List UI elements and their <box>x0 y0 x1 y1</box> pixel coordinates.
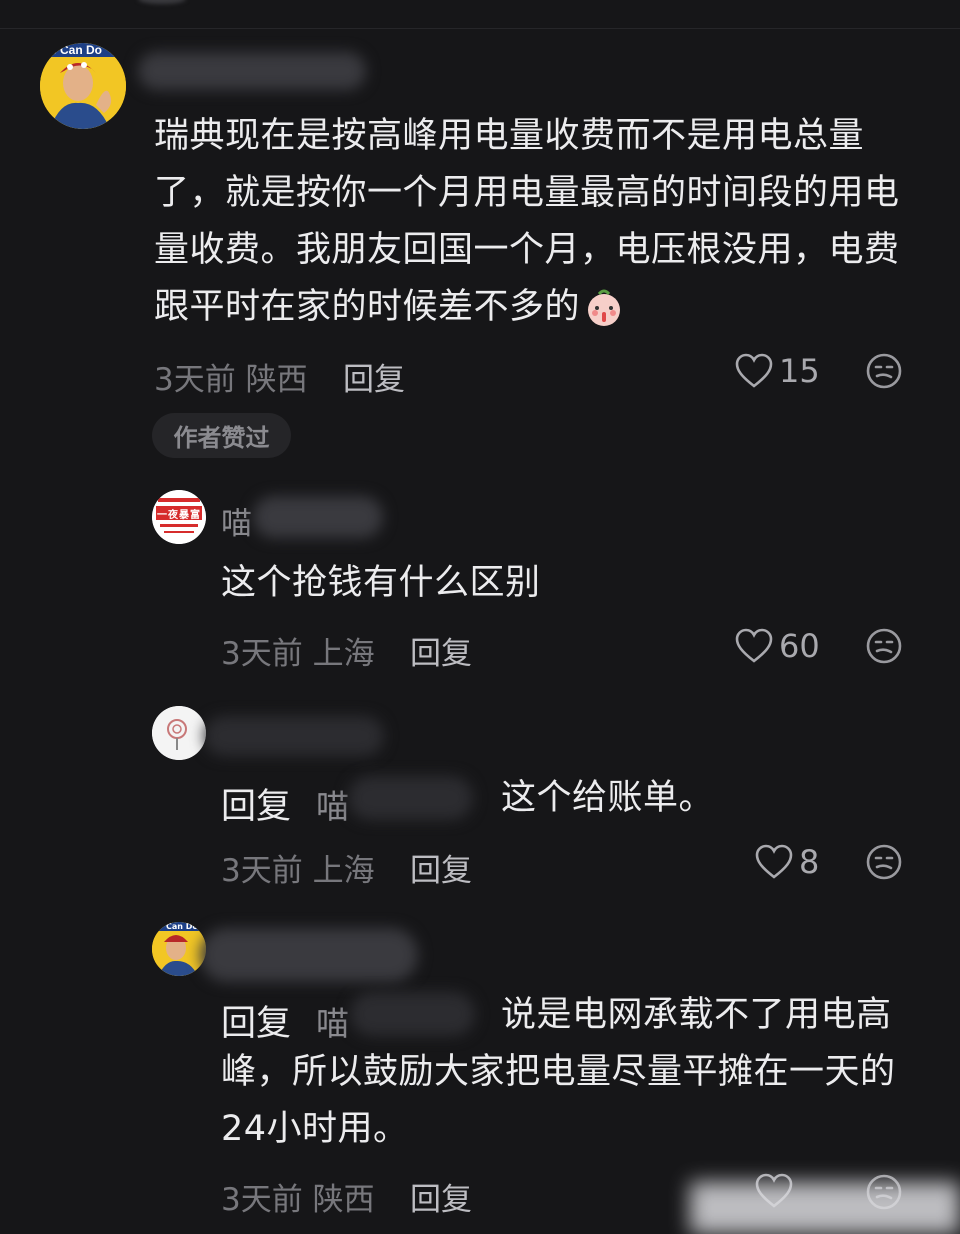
heart-icon <box>735 353 773 388</box>
comment-time: 3天前 上海 <box>221 853 375 889</box>
blurred-username <box>200 928 418 982</box>
avatar-caption: e Can Do <box>50 43 103 57</box>
like-count: 60 <box>779 627 820 665</box>
comment-location: 陕西 <box>312 1182 375 1218</box>
comment-location: 陕西 <box>245 362 308 398</box>
comment-time: 3天前 陕西 <box>154 362 308 398</box>
like-count: 8 <box>799 843 820 881</box>
comment-text: 这个抢钱有什么区别 <box>221 563 541 603</box>
heart-icon <box>735 628 773 663</box>
avatar-caption: Can Do <box>166 922 198 931</box>
comment-location: 上海 <box>312 636 375 672</box>
like-button[interactable]: 60 <box>735 627 820 665</box>
previous-comment-avatar-sliver <box>138 0 186 4</box>
reply-button[interactable]: 回复 <box>410 1174 472 1219</box>
emoji-face-icon[interactable] <box>865 627 903 665</box>
blurred-username <box>348 776 473 820</box>
comment-time: 3天前 上海 <box>221 636 375 672</box>
blurred-username <box>253 496 383 538</box>
reply-target-username[interactable]: 喵 <box>316 780 349 828</box>
avatar[interactable] <box>152 706 206 760</box>
reply-button[interactable]: 回复 <box>343 354 405 399</box>
avatar-image-icon <box>152 706 206 760</box>
like-button[interactable]: 8 <box>755 843 819 881</box>
blurred-username <box>204 716 384 756</box>
watermark-blur <box>690 1182 960 1234</box>
author-liked-badge: 作者赞过 <box>152 413 291 458</box>
avatar-caption: 一夜暴富 <box>157 510 201 521</box>
comment-location: 上海 <box>312 853 375 889</box>
like-button[interactable]: 15 <box>735 352 820 390</box>
divider <box>0 28 960 29</box>
comment-text: 说是电网承载不了用电高峰，所以鼓励大家把电量尽量平摊在一天的24小时用。 <box>221 995 896 1149</box>
like-count: 15 <box>779 352 820 390</box>
username[interactable]: 喵 <box>221 498 252 543</box>
blurred-username <box>138 52 366 90</box>
comment-text: 瑞典现在是按高峰用电量收费而不是用电总量了，就是按你一个月用电量最高的时间段的用… <box>154 116 900 327</box>
avatar[interactable]: Can Do <box>152 922 206 976</box>
reply-prefix: 回复 <box>221 787 292 827</box>
comment-time: 3天前 陕西 <box>221 1182 375 1218</box>
avatar[interactable]: 一夜暴富 <box>152 490 206 544</box>
comment-text: 这个给账单。 <box>501 778 715 818</box>
shush-emoji-icon <box>588 289 621 326</box>
emoji-face-icon[interactable] <box>865 352 903 390</box>
reply-button[interactable]: 回复 <box>410 628 472 673</box>
emoji-face-icon[interactable] <box>865 843 903 881</box>
avatar[interactable]: e Can Do <box>40 43 126 129</box>
heart-icon <box>755 844 793 879</box>
reply-button[interactable]: 回复 <box>410 845 472 890</box>
